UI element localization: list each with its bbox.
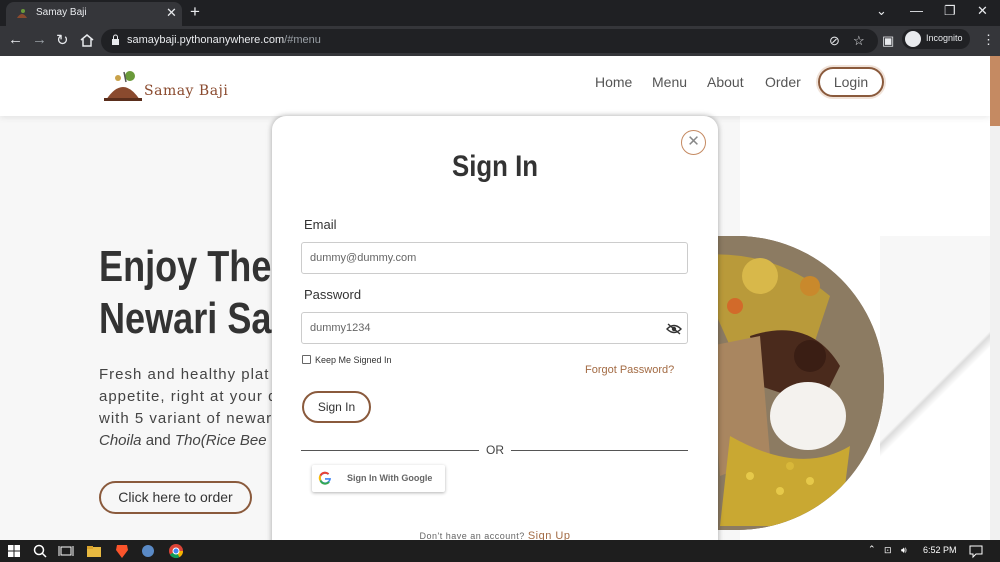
close-window-button[interactable]: ✕	[977, 3, 988, 19]
order-button[interactable]: Click here to order	[99, 481, 252, 514]
email-field[interactable]: dummy@dummy.com	[301, 242, 688, 274]
signin-button[interactable]: Sign In	[302, 391, 371, 423]
tab-close-icon[interactable]: ✕	[166, 5, 177, 21]
nav-home[interactable]: Home	[595, 74, 632, 90]
url-host: samaybaji.pythonanywhere.com	[127, 34, 285, 46]
logo-icon	[104, 71, 142, 101]
modal-title: Sign In	[452, 150, 538, 183]
password-field[interactable]: dummy1234	[301, 312, 688, 344]
network-icon[interactable]: ⊡	[884, 545, 892, 556]
nav-about[interactable]: About	[707, 74, 744, 90]
hero-tho: Tho(Rice Bee	[174, 432, 267, 449]
reload-icon[interactable]: ↻	[56, 31, 69, 49]
login-button[interactable]: Login	[818, 67, 884, 97]
signup-link[interactable]: Sign Up	[528, 530, 571, 540]
url-path: /#menu	[284, 34, 321, 46]
search-icon[interactable]	[32, 543, 48, 559]
notification-icon[interactable]	[968, 543, 984, 559]
google-signin-label: Sign In With Google	[347, 473, 433, 483]
new-tab-button[interactable]: +	[190, 2, 200, 22]
forward-icon[interactable]: →	[32, 31, 47, 48]
scrollbar-thumb[interactable]	[990, 56, 1000, 126]
google-icon	[318, 471, 331, 485]
incognito-badge[interactable]: Incognito	[902, 29, 970, 49]
task-view-icon[interactable]	[58, 543, 74, 559]
hero-text-line-1: Fresh and healthy plat	[99, 366, 270, 383]
chevron-up-icon[interactable]: ⌃	[868, 544, 876, 555]
brave-icon[interactable]	[114, 543, 130, 559]
logo-text[interactable]: Samay Baji	[144, 83, 228, 99]
signup-row: Don't have an account? Sign Up	[272, 530, 718, 540]
divider-right	[511, 450, 688, 451]
hero-title-line-2: Newari Sa	[99, 294, 272, 343]
address-bar[interactable]: samaybaji.pythonanywhere.com/#menu ⊘ ☆	[101, 29, 878, 53]
hero-choila: Choila	[99, 432, 142, 449]
hero-text-line-3: with 5 variant of newar	[99, 410, 273, 427]
file-explorer-icon[interactable]	[86, 543, 102, 559]
nav-order[interactable]: Order	[765, 74, 801, 90]
windows-start-icon[interactable]	[6, 543, 22, 559]
divider-left	[301, 450, 479, 451]
chrome-icon[interactable]	[168, 543, 184, 559]
incognito-label: Incognito	[926, 33, 963, 43]
or-text: OR	[486, 443, 504, 457]
browser-toolbar: ← → ↻ samaybaji.pythonanywhere.com/#menu…	[0, 26, 1000, 56]
maximize-button[interactable]: ❐	[944, 3, 956, 19]
hero-text-line-4: Choila and Tho(Rice Bee	[99, 432, 267, 449]
keep-signed-in-label: Keep Me Signed In	[315, 355, 392, 365]
home-icon[interactable]	[80, 34, 94, 47]
menu-kebab-icon[interactable]: ⋮	[982, 32, 995, 48]
lock-icon	[112, 34, 119, 45]
star-icon[interactable]: ☆	[853, 33, 865, 49]
incognito-icon	[905, 31, 921, 47]
url-text: samaybaji.pythonanywhere.com/#menu	[127, 34, 321, 46]
side-panel-icon[interactable]: ▣	[882, 33, 894, 49]
eye-off-icon[interactable]: ⊘	[829, 33, 840, 49]
keep-signed-in-checkbox[interactable]	[302, 355, 311, 364]
page-scrollbar[interactable]	[990, 56, 1000, 540]
windows-taskbar: ⌃ ⊡ 🔊︎ 6:52 PM	[0, 540, 1000, 562]
browser-tab[interactable]: Samay Baji ✕	[6, 2, 182, 26]
forgot-password-link[interactable]: Forgot Password?	[585, 364, 674, 376]
site-favicon-icon	[17, 9, 27, 18]
tab-search-icon[interactable]: ⌄	[876, 3, 887, 19]
email-label: Email	[304, 217, 337, 232]
site-header: Samay Baji Home Menu About Order Login	[0, 56, 990, 116]
page-viewport: Samay Baji Home Menu About Order Login E…	[0, 56, 1000, 540]
hero-diagonal-shape	[880, 236, 990, 536]
signin-modal: ✕ Sign In Email dummy@dummy.com Password…	[272, 116, 718, 540]
tab-title: Samay Baji	[36, 7, 87, 18]
minimize-button[interactable]: —	[910, 3, 923, 18]
hero-and: and	[141, 432, 175, 449]
hero-text-line-2: appetite, right at your d	[99, 388, 278, 405]
clock-time[interactable]: 6:52 PM	[923, 545, 957, 555]
volume-icon[interactable]: 🔊︎	[901, 545, 907, 556]
eye-off-icon[interactable]	[666, 323, 682, 335]
no-account-text: Don't have an account?	[419, 531, 525, 540]
password-label: Password	[304, 287, 362, 302]
app-icon[interactable]	[140, 543, 156, 559]
google-signin-button[interactable]: Sign In With Google	[312, 465, 445, 492]
nav-menu[interactable]: Menu	[652, 74, 687, 90]
back-icon[interactable]: ←	[8, 31, 23, 48]
browser-titlebar: Samay Baji ✕ + ⌄ — ❐ ✕	[0, 0, 1000, 26]
